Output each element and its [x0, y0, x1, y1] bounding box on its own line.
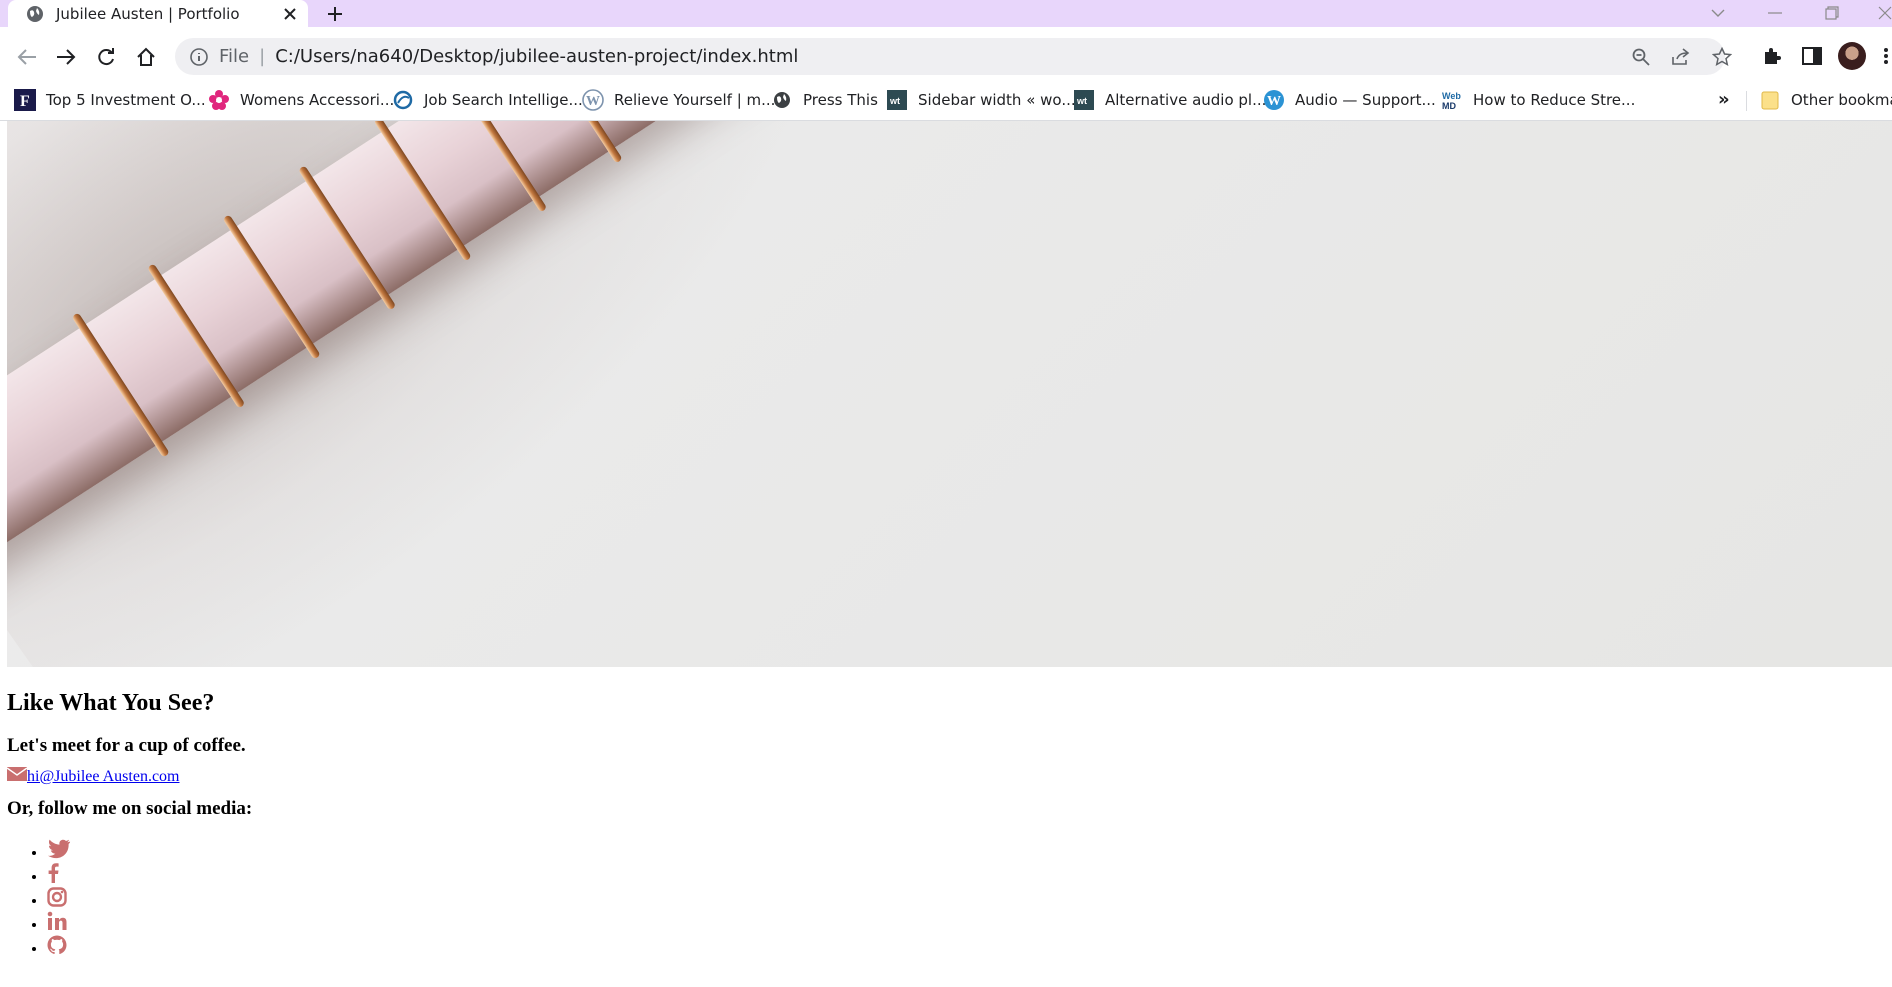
github-icon	[47, 935, 67, 955]
profile-avatar[interactable]	[1838, 42, 1866, 70]
bookmark-item[interactable]: W Audio — Support...	[1263, 89, 1436, 111]
restore-icon[interactable]	[1817, 2, 1847, 24]
bookmark-star-icon[interactable]	[1711, 46, 1733, 68]
wt-icon: wt	[886, 89, 908, 111]
address-separator: |	[259, 46, 266, 67]
address-scheme-label: File	[219, 46, 250, 67]
tab-title: Jubilee Austen | Portfolio	[56, 4, 240, 23]
extensions-puzzle-icon[interactable]	[1758, 42, 1786, 70]
instagram-link[interactable]	[47, 887, 67, 909]
contact-subheading: Let's meet for a cup of coffee.	[7, 735, 246, 756]
zoom-icon[interactable]	[1630, 46, 1652, 68]
bookmark-item[interactable]: wt Alternative audio pl...	[1073, 89, 1266, 111]
wt-icon: wt	[1073, 89, 1095, 111]
new-tab-icon[interactable]	[322, 1, 348, 27]
email-link[interactable]: hi@Jubilee Austen.com	[27, 768, 180, 786]
social-heading: Or, follow me on social media:	[7, 798, 253, 819]
globe-icon	[26, 5, 44, 23]
bookmark-label: Audio — Support...	[1295, 91, 1436, 109]
minimize-icon[interactable]	[1760, 2, 1790, 24]
list-item	[47, 887, 71, 911]
bookmark-label: Job Search Intellige...	[424, 91, 583, 109]
email-row: hi@Jubilee Austen.com	[6, 766, 180, 787]
twitter-icon	[48, 839, 71, 859]
svg-text:wt: wt	[889, 96, 900, 106]
side-panel-icon[interactable]	[1798, 42, 1826, 70]
bookmarks-bar: F Top 5 Investment O... Womens Accessori…	[0, 81, 1892, 121]
github-link[interactable]	[47, 935, 67, 957]
svg-text:wt: wt	[1076, 96, 1087, 106]
bookmark-item[interactable]: Press This	[771, 89, 878, 111]
other-bookmarks-label: Other bookmarks	[1791, 91, 1892, 109]
home-icon[interactable]	[131, 42, 161, 72]
tab-search-chevron-icon[interactable]	[1703, 2, 1733, 24]
bookmark-label: Alternative audio pl...	[1105, 91, 1267, 109]
forward-icon[interactable]	[51, 42, 81, 72]
bookmark-label: Top 5 Investment O...	[46, 91, 206, 109]
close-tab-icon[interactable]	[278, 2, 302, 26]
hero-image	[7, 121, 1892, 667]
folder-icon	[1759, 89, 1781, 111]
webmd-icon: Web MD	[1441, 89, 1463, 111]
social-links-list	[7, 839, 71, 959]
svg-text:W: W	[1267, 94, 1281, 109]
site-info-icon[interactable]	[189, 47, 209, 67]
bookmark-item[interactable]: F Top 5 Investment O...	[14, 89, 206, 111]
envelope-icon	[6, 766, 28, 787]
linkedin-icon	[47, 911, 67, 930]
other-bookmarks-folder[interactable]: Other bookmarks	[1759, 89, 1892, 111]
bookmarks-overflow-chevron[interactable]: »	[1718, 89, 1730, 110]
bookmark-item[interactable]: W Relieve Yourself | m...	[582, 89, 775, 111]
svg-text:Web: Web	[1442, 91, 1461, 101]
menu-kebab-icon[interactable]	[1880, 42, 1892, 70]
address-bar[interactable]: File | C:/Users/na640/Desktop/jubilee-au…	[175, 38, 1732, 75]
close-window-icon[interactable]	[1870, 2, 1892, 24]
contact-heading: Like What You See?	[7, 690, 215, 716]
page-viewport: Like What You See? Let's meet for a cup …	[0, 121, 1892, 987]
bookmark-item[interactable]: Job Search Intellige...	[392, 89, 583, 111]
bookmark-item[interactable]: Womens Accessori...	[208, 89, 394, 111]
address-url[interactable]: C:/Users/na640/Desktop/jubilee-austen-pr…	[275, 46, 798, 67]
list-item	[47, 911, 71, 935]
list-item	[47, 839, 71, 863]
back-icon[interactable]	[12, 42, 42, 72]
list-item	[47, 935, 71, 959]
bookmarks-divider	[1746, 91, 1747, 111]
bookmark-label: Womens Accessori...	[240, 91, 395, 109]
facebook-link[interactable]	[47, 863, 59, 885]
job-search-icon	[392, 89, 414, 111]
instagram-icon	[47, 887, 67, 907]
bookmark-label: Press This	[803, 91, 878, 109]
svg-text:W: W	[586, 94, 600, 109]
wordpress-icon: W	[582, 89, 604, 111]
browser-toolbar: File | C:/Users/na640/Desktop/jubilee-au…	[0, 27, 1892, 88]
svg-text:F: F	[20, 93, 30, 110]
bookmark-item[interactable]: wt Sidebar width « wo...	[886, 89, 1076, 111]
share-icon[interactable]	[1670, 46, 1692, 68]
linkedin-link[interactable]	[47, 911, 67, 933]
wordpress-icon: W	[1263, 89, 1285, 111]
flower-icon	[208, 89, 230, 111]
bookmark-item[interactable]: Web MD How to Reduce Stre...	[1441, 89, 1635, 111]
reload-icon[interactable]	[91, 42, 121, 72]
forbes-icon: F	[14, 89, 36, 111]
bookmark-label: Sidebar width « wo...	[918, 91, 1076, 109]
browser-tab-active[interactable]: Jubilee Austen | Portfolio	[8, 0, 308, 27]
facebook-icon	[48, 863, 59, 883]
list-item	[47, 863, 71, 887]
twitter-link[interactable]	[47, 839, 71, 861]
bookmark-label: Relieve Yourself | m...	[614, 91, 776, 109]
svg-text:MD: MD	[1442, 101, 1456, 111]
browser-tab-strip: Jubilee Austen | Portfolio	[0, 0, 1892, 27]
bookmark-label: How to Reduce Stre...	[1473, 91, 1636, 109]
globe-icon	[771, 89, 793, 111]
